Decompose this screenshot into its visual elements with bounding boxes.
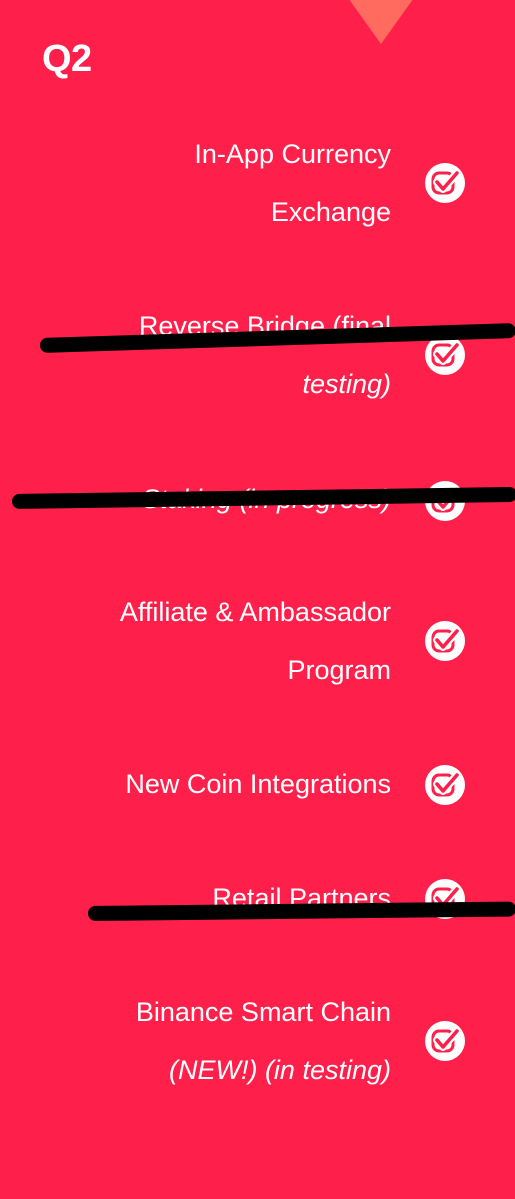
- roadmap-item-line: New Coin Integrations: [125, 769, 391, 799]
- roadmap-item-text: In-App Currency Exchange: [31, 125, 391, 241]
- top-pointer-decoration: [341, 0, 421, 44]
- checkbox-check-icon: [424, 764, 466, 806]
- roadmap-item-line: Affiliate & Ambassador: [119, 597, 391, 627]
- roadmap-item-text: Binance Smart Chain (NEW!) (in testing): [31, 983, 391, 1099]
- roadmap-item-text: Affiliate & Ambassador Program: [31, 583, 391, 699]
- roadmap-item-line: testing): [302, 369, 391, 399]
- roadmap-item-line: Program: [287, 655, 391, 685]
- roadmap-item-line: In-App Currency: [194, 139, 391, 169]
- roadmap-item-line: (NEW!) (in testing): [168, 1055, 391, 1085]
- roadmap-item-text: Reverse Bridge (final testing): [31, 297, 391, 413]
- roadmap-item-line: Binance Smart Chain: [135, 997, 391, 1027]
- quarter-heading: Q2: [42, 38, 92, 80]
- checkbox-check-icon: [424, 162, 466, 204]
- checkbox-check-icon: [424, 620, 466, 662]
- checkbox-check-icon: [424, 1020, 466, 1062]
- roadmap-item-text: New Coin Integrations: [31, 755, 391, 813]
- roadmap-item-line: Exchange: [270, 197, 391, 227]
